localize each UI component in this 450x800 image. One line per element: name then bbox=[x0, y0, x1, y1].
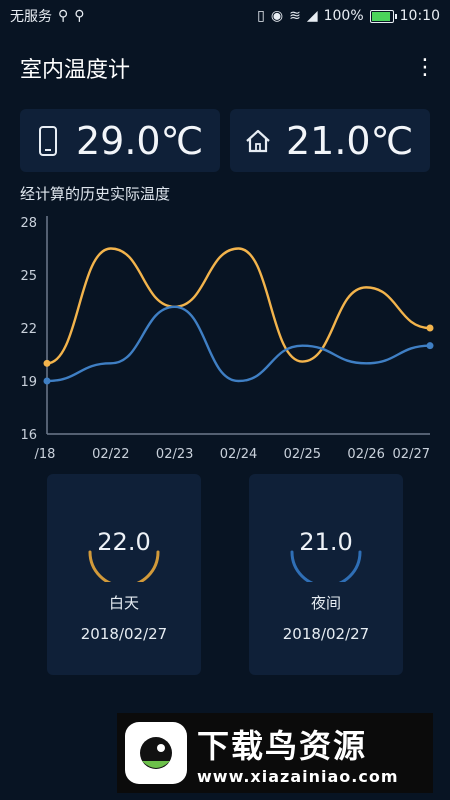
more-menu-icon[interactable]: ⋮ bbox=[414, 57, 436, 79]
y-tick-label: 25 bbox=[20, 269, 37, 284]
x-tick-label: 02/22 bbox=[92, 447, 129, 462]
wifi-icon: ≋ bbox=[289, 8, 301, 24]
bird-logo-icon bbox=[125, 722, 187, 784]
series-0-point bbox=[426, 324, 434, 332]
series-line-1 bbox=[46, 305, 431, 383]
series-0-point bbox=[43, 359, 51, 367]
usb-icon-2: ⚲ bbox=[74, 8, 85, 24]
x-tick-label: 02/25 bbox=[284, 447, 321, 462]
vibrate-icon: ▯ bbox=[257, 8, 265, 24]
battery-icon bbox=[369, 9, 397, 23]
banner-title: 下载鸟资源 bbox=[197, 726, 368, 765]
x-tick-label: /18 bbox=[35, 447, 56, 462]
day-date: 2018/02/27 bbox=[80, 625, 168, 643]
status-left: 无服务 ⚲ ⚲ bbox=[10, 6, 85, 26]
y-tick-label: 28 bbox=[20, 216, 37, 231]
night-date: 2018/02/27 bbox=[282, 625, 370, 643]
x-tick-label: 02/23 bbox=[156, 447, 193, 462]
app-title: 室内温度计 bbox=[20, 58, 131, 83]
series-line-0 bbox=[46, 247, 431, 365]
series-1-point bbox=[426, 342, 434, 350]
phone-temp-value: 29.0℃ bbox=[76, 118, 204, 163]
battery-fill bbox=[371, 11, 390, 21]
signal-icon: ◢ bbox=[306, 8, 318, 24]
banner-url: www.xiazainiao.com bbox=[197, 766, 399, 786]
y-tick-label: 16 bbox=[20, 428, 37, 443]
night-card: 21.0 夜间 2018/02/27 bbox=[249, 474, 403, 675]
y-tick-label: 22 bbox=[20, 322, 37, 337]
watermark-banner: 下载鸟资源 www.xiazainiao.com bbox=[117, 713, 433, 793]
battery-text: 100% bbox=[323, 8, 364, 24]
x-tick-label: 02/26 bbox=[347, 447, 384, 462]
night-label: 夜间 bbox=[310, 594, 341, 612]
usb-icon: ⚲ bbox=[58, 8, 69, 24]
chart-title: 经计算的历史实际温度 bbox=[20, 185, 171, 203]
x-tick-label: 02/27 bbox=[393, 447, 430, 462]
day-label: 白天 bbox=[108, 594, 139, 612]
room-temp-value: 21.0℃ bbox=[286, 118, 414, 163]
clock: 10:10 bbox=[399, 8, 440, 24]
home-icon bbox=[230, 128, 286, 154]
night-value: 21.0 bbox=[299, 528, 353, 556]
history-temperature-chart: 28 25 22 19 16/18 02/22 02/23 02/24 02/25 02/26 02… bbox=[20, 216, 434, 462]
carrier-text: 无服务 bbox=[10, 9, 52, 25]
day-value: 22.0 bbox=[97, 528, 151, 556]
day-card: 22.0 白天 2018/02/27 bbox=[47, 474, 201, 675]
phone-temp-card: 29.0℃ bbox=[20, 109, 220, 172]
banner-text: 下载鸟资源 www.xiazainiao.com bbox=[197, 721, 398, 786]
y-tick-label: 19 bbox=[20, 375, 37, 390]
phone-icon bbox=[20, 125, 76, 156]
status-right: ▯ ◉ ≋ ◢ 100% 10:10 bbox=[257, 8, 440, 24]
eye-icon: ◉ bbox=[270, 8, 284, 24]
status-bar: 无服务 ⚲ ⚲ ▯ ◉ ≋ ◢ 100% 10:10 bbox=[0, 0, 450, 32]
app-bar: 室内温度计 ⋮ bbox=[0, 40, 450, 96]
x-tick-label: 02/24 bbox=[220, 447, 257, 462]
room-temp-card: 21.0℃ bbox=[230, 109, 430, 172]
series-1-point bbox=[43, 377, 51, 385]
